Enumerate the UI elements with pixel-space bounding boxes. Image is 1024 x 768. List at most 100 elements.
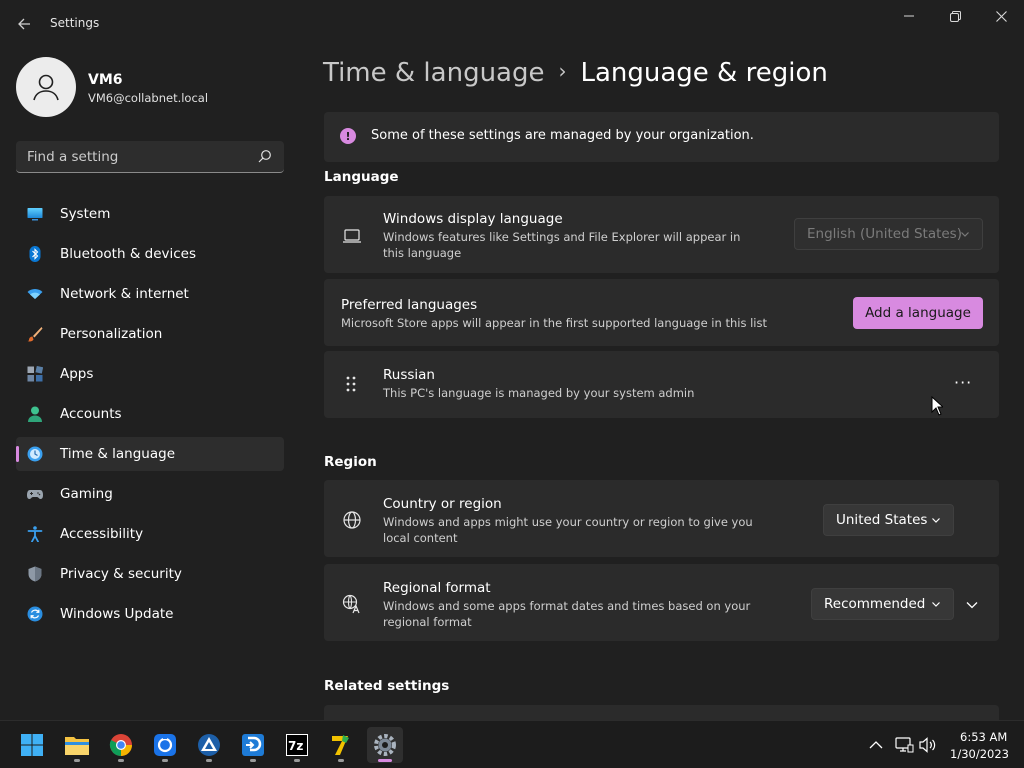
accessibility-icon [27,526,43,542]
preferred-languages-description: Microsoft Store apps will appear in the … [341,316,767,330]
clock-date[interactable]: 1/30/2023 [950,747,1009,761]
related-settings-card[interactable] [324,705,999,720]
sidebar-item-label: Accessibility [60,526,144,542]
volume-icon[interactable] [918,735,938,755]
taskbar-app-blue[interactable] [147,727,183,763]
sidebar-item-label: Apps [60,366,94,382]
person-icon [28,406,42,422]
chrome-icon [109,734,132,756]
clock-globe-icon [27,446,43,462]
update-icon [27,606,43,622]
sidebar-item-label: Time & language [60,446,176,462]
country-region-description: Windows and apps might use your country … [383,515,753,545]
sidebar-item-label: Bluetooth & devices [60,246,197,262]
taskbar-remote-desktop[interactable] [235,727,271,763]
display-language-description: Windows features like Settings and File … [383,230,741,260]
add-language-button[interactable]: Add a language [853,297,983,329]
remote-desktop-icon [242,734,264,756]
minimize-button[interactable] [886,0,932,32]
restore-icon [949,10,961,22]
taskbar-settings[interactable] [367,727,403,763]
sidebar-item-system[interactable]: System [16,197,284,231]
app-triangle-icon [198,734,220,756]
sidebar-item-apps[interactable]: Apps [16,357,284,391]
sidebar-item-accounts[interactable]: Accounts [16,397,284,431]
minimize-icon [904,15,914,17]
gamepad-icon [27,490,43,499]
taskbar-app-7[interactable] [323,727,359,763]
sidebar-item-windows-update[interactable]: Windows Update [16,597,284,631]
breadcrumb-parent[interactable]: Time & language [323,58,544,88]
sidebar-item-label: Accounts [60,406,122,422]
notice-text: Some of these settings are managed by yo… [371,128,754,143]
taskbar-app-triangle[interactable] [191,727,227,763]
search-input[interactable]: Find a setting [16,141,284,173]
sidebar-item-label: System [60,206,111,222]
sidebar-item-network[interactable]: Network & internet [16,277,284,311]
regional-format-description: Windows and some apps format dates and t… [383,599,751,629]
search-placeholder: Find a setting [27,148,119,165]
sidebar-item-personalization[interactable]: Personalization [16,317,284,351]
running-indicator [378,759,392,762]
person-avatar-icon [33,74,59,101]
clock-time[interactable]: 6:53 AM [960,730,1007,744]
taskbar-chrome[interactable] [103,727,139,763]
section-title-related: Related settings [324,678,450,694]
regional-format-row[interactable]: Regional format Windows and some apps fo… [324,564,999,641]
avatar[interactable] [16,57,76,117]
laptop-icon [343,229,361,243]
taskbar-file-explorer[interactable] [59,727,95,763]
chevron-down-icon [932,518,940,523]
regional-format-dropdown[interactable]: Recommended [811,588,954,620]
sidebar-item-time-language[interactable]: Time & language [16,437,284,471]
taskbar: 7z 6:53 AM 1/30/2023 [0,720,1024,768]
expand-chevron-icon[interactable] [965,598,979,612]
running-indicator [118,759,124,762]
wifi-icon [27,289,43,299]
chevron-down-icon [932,602,940,607]
running-indicator [338,759,344,762]
close-icon [995,10,1007,22]
svg-text:7z: 7z [288,739,303,753]
chevron-up-icon[interactable] [866,735,886,755]
russian-description: This PC's language is managed by your sy… [383,386,695,400]
taskbar-7zip[interactable]: 7z [279,727,315,763]
running-indicator [206,759,212,762]
running-indicator [74,759,80,762]
breadcrumb: Time & language › Language & region [323,58,828,88]
close-button[interactable] [978,0,1024,32]
sidebar-item-gaming[interactable]: Gaming [16,477,284,511]
active-indicator [16,446,19,462]
country-region-dropdown[interactable]: United States [823,504,954,536]
mouse-cursor-icon [931,396,943,416]
sidebar-item-label: Gaming [60,486,113,502]
display-language-dropdown[interactable]: English (United States) [794,218,983,250]
bluetooth-icon [29,246,41,262]
sidebar-item-label: Personalization [60,326,163,342]
sidebar-item-privacy[interactable]: Privacy & security [16,557,284,591]
network-icon[interactable] [894,735,914,755]
start-icon [21,734,43,756]
more-options-icon[interactable]: ··· [954,373,971,392]
preferred-languages-row: Preferred languages Microsoft Store apps… [324,279,999,346]
sidebar-item-bluetooth[interactable]: Bluetooth & devices [16,237,284,271]
regional-format-icon [342,594,360,614]
language-item-russian[interactable]: Russian This PC's language is managed by… [324,351,999,418]
country-region-title: Country or region [383,496,502,512]
start-button[interactable] [14,727,50,763]
regional-format-value: Recommended [824,596,926,612]
drag-handle-icon[interactable] [344,375,358,393]
running-indicator [294,759,300,762]
sidebar-item-label: Privacy & security [60,566,182,582]
display-language-value: English (United States) [807,226,962,242]
russian-title: Russian [383,367,435,383]
back-button[interactable] [12,12,36,36]
apps-icon [27,366,43,382]
running-indicator [250,759,256,762]
search-icon[interactable] [258,149,272,163]
display-language-row: Windows display language Windows feature… [324,196,999,273]
title-bar: Settings [0,0,1024,48]
sidebar-item-accessibility[interactable]: Accessibility [16,517,284,551]
restore-button[interactable] [932,0,978,32]
file-explorer-icon [65,737,89,755]
